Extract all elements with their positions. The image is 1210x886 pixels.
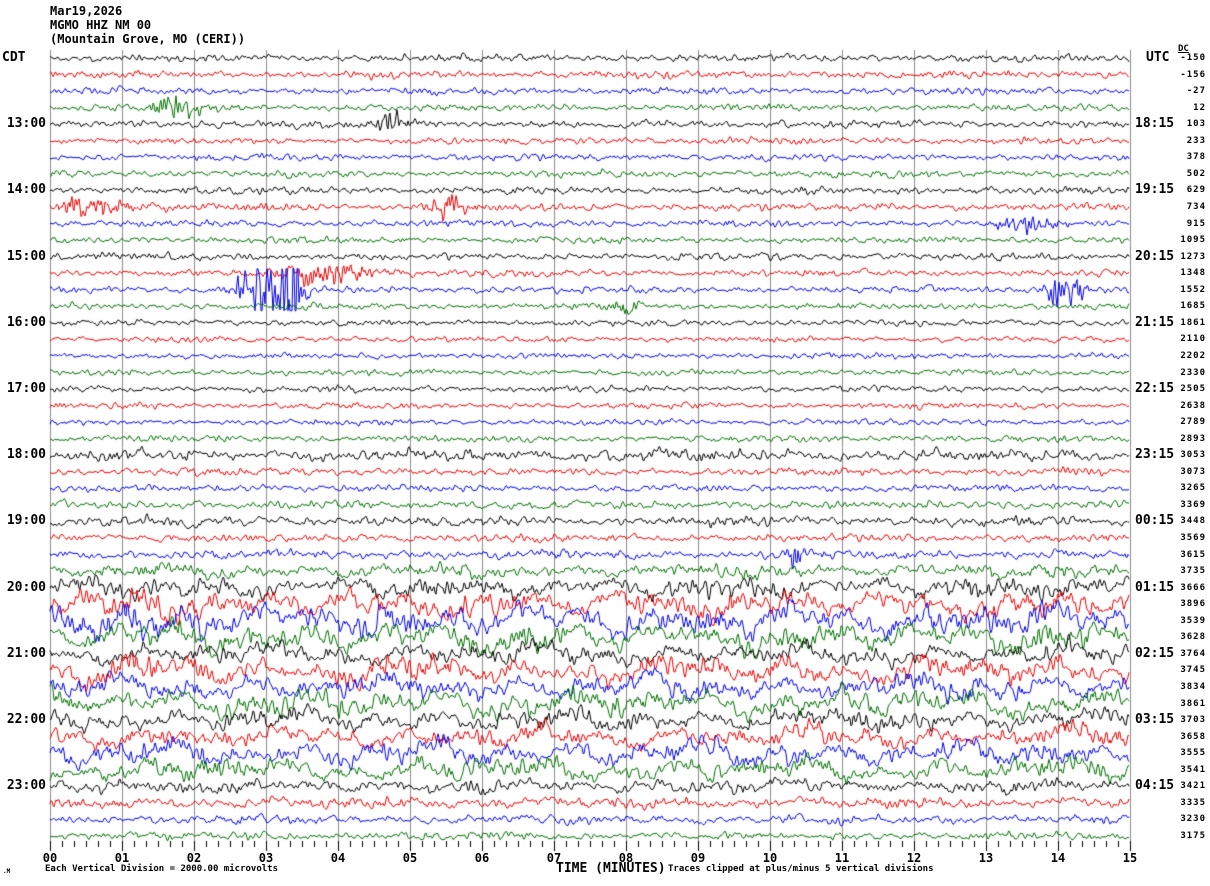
dc-value: 3658 (1164, 732, 1206, 742)
dc-offset-column: -150 -156 -27 12 103 233 378 502 629 734 915 1095 12… (1164, 0, 1208, 886)
x-tick-label: 02 (174, 851, 214, 865)
dc-value: 2638 (1164, 401, 1206, 411)
x-tick-label: 12 (894, 851, 934, 865)
cdt-hour-label: 16:00 (7, 315, 46, 330)
x-tick-label: 14 (1038, 851, 1078, 865)
dc-value: 3448 (1164, 516, 1206, 526)
dc-value: 3369 (1164, 500, 1206, 510)
cdt-hour-label: 20:00 (7, 580, 46, 595)
dc-value: 1348 (1164, 268, 1206, 278)
cdt-hour-label: 14:00 (7, 182, 46, 197)
dc-value: 2110 (1164, 334, 1206, 344)
x-tick-label: 04 (318, 851, 358, 865)
dc-value: 734 (1164, 202, 1206, 212)
dc-value: 2330 (1164, 368, 1206, 378)
seismogram-canvas (0, 0, 1210, 886)
footer-clip-note: Traces clipped at plus/minus 5 vertical … (668, 864, 934, 874)
x-tick-label: 13 (966, 851, 1006, 865)
dc-value: 1861 (1164, 318, 1206, 328)
dc-value: 3834 (1164, 682, 1206, 692)
x-tick-label: 03 (246, 851, 286, 865)
dc-value: 3666 (1164, 583, 1206, 593)
dc-value: 12 (1164, 103, 1206, 113)
logo-glyph: .M (3, 868, 10, 875)
header-location: (Mountain Grove, MO (CERI)) (50, 32, 245, 46)
dc-value: 2893 (1164, 434, 1206, 444)
x-tick-label: 10 (750, 851, 790, 865)
dc-value: 3615 (1164, 550, 1206, 560)
dc-value: 3230 (1164, 814, 1206, 824)
dc-value: 1685 (1164, 301, 1206, 311)
cdt-hour-label: 23:00 (7, 778, 46, 793)
dc-value: 3896 (1164, 599, 1206, 609)
dc-value: -156 (1164, 70, 1206, 80)
dc-value: 3628 (1164, 632, 1206, 642)
x-tick-label: 01 (102, 851, 142, 865)
dc-value: 3175 (1164, 831, 1206, 841)
dc-value: 3541 (1164, 765, 1206, 775)
dc-value: 378 (1164, 152, 1206, 162)
cdt-hour-label: 17:00 (7, 381, 46, 396)
cdt-hour-label: 22:00 (7, 712, 46, 727)
x-tick-label: 15 (1110, 851, 1150, 865)
dc-value: -27 (1164, 86, 1206, 96)
dc-value: 2789 (1164, 417, 1206, 427)
dc-value: 915 (1164, 219, 1206, 229)
header-date: Mar19,2026 (50, 4, 122, 18)
dc-value: 3421 (1164, 781, 1206, 791)
dc-value: 3764 (1164, 649, 1206, 659)
cdt-hour-label: 19:00 (7, 513, 46, 528)
x-axis-title: TIME (MINUTES) (556, 861, 666, 876)
x-tick-label: 00 (30, 851, 70, 865)
x-tick-label: 06 (462, 851, 502, 865)
dc-value: 3335 (1164, 798, 1206, 808)
cdt-hour-label: 18:00 (7, 447, 46, 462)
dc-value: 2202 (1164, 351, 1206, 361)
dc-value: 3265 (1164, 483, 1206, 493)
dc-value: 3861 (1164, 699, 1206, 709)
cdt-hour-label: 15:00 (7, 249, 46, 264)
dc-value: 2505 (1164, 384, 1206, 394)
dc-value: 233 (1164, 136, 1206, 146)
dc-value: 3053 (1164, 450, 1206, 460)
dc-value: 103 (1164, 119, 1206, 129)
dc-value: 1552 (1164, 285, 1206, 295)
dc-value: 3073 (1164, 467, 1206, 477)
dc-value: 3703 (1164, 715, 1206, 725)
x-tick-label: 11 (822, 851, 862, 865)
dc-value: -150 (1164, 53, 1206, 63)
x-tick-label: 09 (678, 851, 718, 865)
x-tick-label: 05 (390, 851, 430, 865)
header-station: MGMO HHZ NM 00 (50, 18, 151, 32)
dc-value: 3735 (1164, 566, 1206, 576)
cdt-hour-label: 13:00 (7, 116, 46, 131)
dc-value: 3745 (1164, 665, 1206, 675)
footer-scale-note: Each Vertical Division = 2000.00 microvo… (45, 864, 278, 874)
dc-value: 1273 (1164, 252, 1206, 262)
cdt-time-column: 13:00 14:00 15:00 16:00 17:00 18:00 19:00 20:00… (0, 0, 48, 886)
dc-value: 3569 (1164, 533, 1206, 543)
dc-value: 502 (1164, 169, 1206, 179)
cdt-hour-label: 21:00 (7, 646, 46, 661)
dc-value: 1095 (1164, 235, 1206, 245)
dc-value: 3539 (1164, 616, 1206, 626)
dc-value: 629 (1164, 185, 1206, 195)
dc-value: 3555 (1164, 748, 1206, 758)
